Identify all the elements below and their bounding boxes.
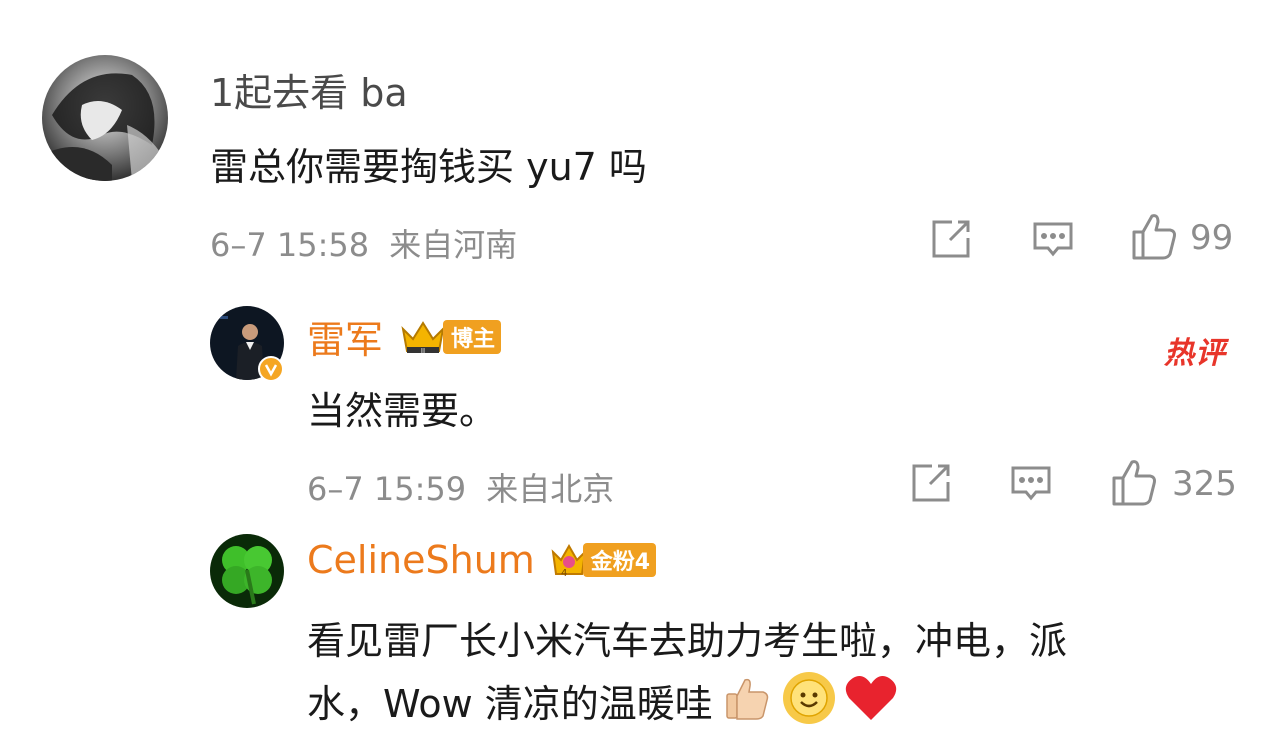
avatar-user3[interactable] <box>210 534 284 608</box>
like-count: 325 <box>1172 464 1237 504</box>
share-icon[interactable] <box>908 460 954 510</box>
comment-text: 雷总你需要掏钱买 yu7 吗 <box>210 145 647 189</box>
like-button[interactable]: 99 <box>1130 210 1233 266</box>
red-heart-emoji-icon <box>843 672 899 728</box>
like-count: 99 <box>1190 218 1234 258</box>
sun-smile-emoji-icon <box>781 670 837 730</box>
thumbs-up-icon <box>1130 210 1178 266</box>
comment-text-line2: 水，Wow 清凉的温暖哇 <box>307 681 713 726</box>
crown-icon: II <box>399 317 447 357</box>
comment-location: 来自河南 <box>389 226 518 264</box>
badge-level: II <box>421 347 425 355</box>
thumbs-up-icon <box>1110 456 1158 512</box>
badge-level: 4 <box>561 568 567 579</box>
avatar-user1[interactable] <box>42 55 168 181</box>
username[interactable]: 1起去看 ba <box>210 62 408 117</box>
author-badge: 博主 <box>443 319 502 354</box>
username-row: CelineShum 4 金粉4 <box>307 538 657 582</box>
comment-location: 来自北京 <box>486 470 615 508</box>
username[interactable]: 雷军 <box>307 309 383 364</box>
comment-icon[interactable] <box>1030 216 1076 266</box>
thumbs-up-emoji-icon <box>721 672 773 728</box>
username[interactable]: CelineShum <box>307 538 535 582</box>
comment-text: 当然需要。 <box>307 389 498 433</box>
comment-text-line2-row: 水，Wow 清凉的温暖哇 <box>307 670 899 730</box>
hot-comment-label: 热评 <box>1164 336 1226 371</box>
comment-time: 6–7 15:58 <box>210 226 370 264</box>
username-row: 雷军 II 博主 <box>307 309 502 364</box>
comment-meta: 6–7 15:59 来自北京 <box>307 464 614 510</box>
share-icon[interactable] <box>928 216 974 266</box>
comment-icon[interactable] <box>1008 460 1054 510</box>
comment-meta: 6–7 15:58 来自河南 <box>210 220 517 266</box>
comment-text-line1: 看见雷厂长小米汽车去助力考生啦，冲电，派 <box>307 619 1068 663</box>
like-button[interactable]: 325 <box>1110 456 1237 512</box>
verified-badge-icon <box>258 356 284 382</box>
fan-badge: 金粉4 <box>582 543 657 577</box>
comment-time: 6–7 15:59 <box>307 470 467 508</box>
